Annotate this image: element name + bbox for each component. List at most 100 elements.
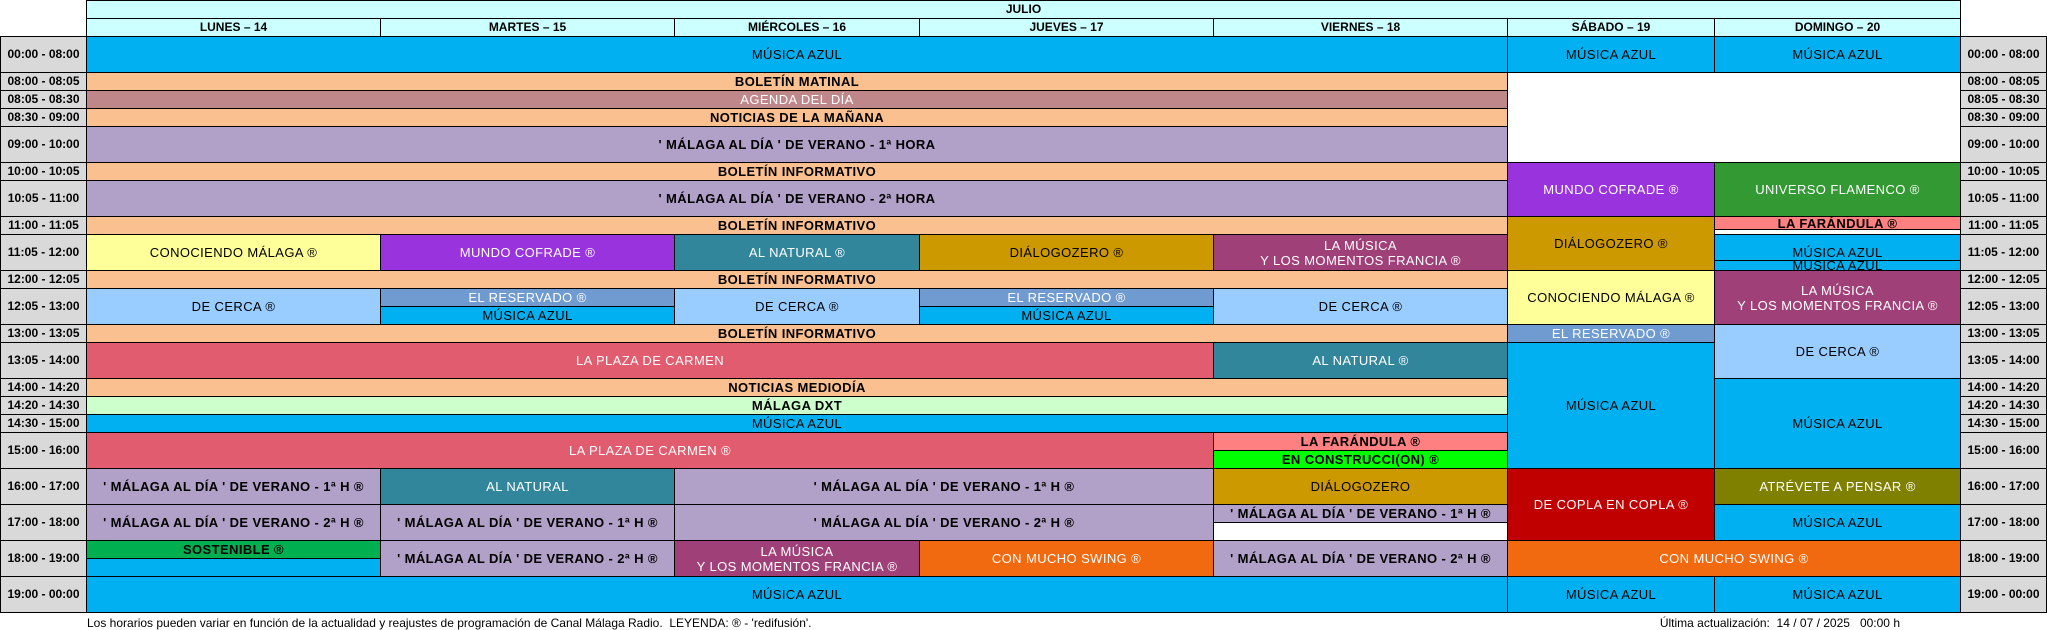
time-label-left: 10:05 - 11:00 xyxy=(0,180,87,217)
time-label-left: 08:30 - 09:00 xyxy=(0,108,87,127)
time-label-right: 14:00 - 14:20 xyxy=(1960,378,2047,397)
program-slot: SOSTENIBLE ® xyxy=(86,540,381,559)
time-label-right: 14:30 - 15:00 xyxy=(1960,414,2047,433)
time-label-left: 14:20 - 14:30 xyxy=(0,396,87,415)
program-slot: EL RESERVADO ® xyxy=(1507,324,1715,343)
time-label-right: 00:00 - 08:00 xyxy=(1960,36,2047,73)
program-slot: CON MUCHO SWING ® xyxy=(1507,540,1961,577)
program-slot: LA PLAZA DE CARMEN ® xyxy=(86,432,1214,469)
program-slot: AL NATURAL ® xyxy=(1213,342,1508,379)
program-slot: BOLETÍN INFORMATIVO xyxy=(86,216,1508,235)
time-label-right: 08:00 - 08:05 xyxy=(1960,72,2047,91)
program-slot: ' MÁLAGA AL DÍA ' DE VERANO - 1ª H ® xyxy=(86,468,381,505)
program-slot: DE CERCA ® xyxy=(1714,324,1961,379)
day-header: SÁBADO – 19 xyxy=(1507,18,1715,37)
program-slot: CONOCIENDO MÁLAGA ® xyxy=(86,234,381,271)
time-label-left: 11:05 - 12:00 xyxy=(0,234,87,271)
program-slot: MÚSICA AZUL xyxy=(1714,504,1961,541)
time-label-right: 12:05 - 13:00 xyxy=(1960,288,2047,325)
time-label-right: 15:00 - 16:00 xyxy=(1960,432,2047,469)
program-slot: EL RESERVADO ® xyxy=(380,288,675,307)
time-label-left: 14:00 - 14:20 xyxy=(0,378,87,397)
program-slot: MÚSICA AZUL xyxy=(1714,36,1961,73)
time-label-right: 17:00 - 18:00 xyxy=(1960,504,2047,541)
program-slot: ' MÁLAGA AL DÍA ' DE VERANO - 1ª H ® xyxy=(380,504,675,541)
time-label-right: 18:00 - 19:00 xyxy=(1960,540,2047,577)
day-header: DOMINGO – 20 xyxy=(1714,18,1961,37)
time-label-left: 13:05 - 14:00 xyxy=(0,342,87,379)
time-label-left: 16:00 - 17:00 xyxy=(0,468,87,505)
time-label-right: 10:00 - 10:05 xyxy=(1960,162,2047,181)
program-slot: EN CONSTRUCCI(ON) ® xyxy=(1213,450,1508,469)
program-slot: CONOCIENDO MÁLAGA ® xyxy=(1507,270,1715,325)
time-label-left: 08:05 - 08:30 xyxy=(0,90,87,109)
program-slot: BOLETÍN INFORMATIVO xyxy=(86,162,1508,181)
program-slot: LA MÚSICA Y LOS MOMENTOS FRANCIA ® xyxy=(1213,234,1508,271)
program-slot: MÚSICA AZUL xyxy=(1714,260,1961,271)
time-label-right: 12:00 - 12:05 xyxy=(1960,270,2047,289)
time-label-right: 08:05 - 08:30 xyxy=(1960,90,2047,109)
program-slot: LA FARÁNDULA ® xyxy=(1213,432,1508,451)
program-slot: AL NATURAL ® xyxy=(674,234,920,271)
program-slot: MÚSICA AZUL xyxy=(86,576,1508,613)
program-slot xyxy=(86,558,381,577)
program-slot: BOLETÍN INFORMATIVO xyxy=(86,270,1508,289)
time-label-left: 19:00 - 00:00 xyxy=(0,576,87,613)
program-slot: ATRÉVETE A PENSAR ® xyxy=(1714,468,1961,505)
program-slot: MÚSICA AZUL xyxy=(380,306,675,325)
program-slot: UNIVERSO FLAMENCO ® xyxy=(1714,162,1961,217)
program-slot: LA MÚSICA Y LOS MOMENTOS FRANCIA ® xyxy=(674,540,920,577)
program-slot: ' MÁLAGA AL DÍA ' DE VERANO - 2ª H ® xyxy=(1213,540,1508,577)
time-label-left: 14:30 - 15:00 xyxy=(0,414,87,433)
program-slot: MÁLAGA DXT xyxy=(86,396,1508,415)
program-slot: DIÁLOGOZERO ® xyxy=(919,234,1214,271)
time-label-right: 10:05 - 11:00 xyxy=(1960,180,2047,217)
time-label-left: 13:00 - 13:05 xyxy=(0,324,87,343)
program-slot: ' MÁLAGA AL DÍA ' DE VERANO - 2ª H ® xyxy=(86,504,381,541)
time-label-right: 19:00 - 00:00 xyxy=(1960,576,2047,613)
time-label-left: 15:00 - 16:00 xyxy=(0,432,87,469)
program-slot: MÚSICA AZUL xyxy=(1714,576,1961,613)
program-slot: AL NATURAL xyxy=(380,468,675,505)
day-header: MIÉRCOLES – 16 xyxy=(674,18,920,37)
time-label-left: 12:05 - 13:00 xyxy=(0,288,87,325)
program-slot: BOLETÍN INFORMATIVO xyxy=(86,324,1508,343)
program-slot: MÚSICA AZUL xyxy=(1507,342,1715,469)
time-label-left: 11:00 - 11:05 xyxy=(0,216,87,235)
day-header: LUNES – 14 xyxy=(86,18,381,37)
program-slot: MÚSICA AZUL xyxy=(1507,36,1715,73)
program-slot: MUNDO COFRADE ® xyxy=(380,234,675,271)
footer-updated: Última actualización: 14 / 07 / 2025 00:… xyxy=(1659,616,1900,630)
program-slot: AGENDA DEL DÍA xyxy=(86,90,1508,109)
program-slot: BOLETÍN MATINAL xyxy=(86,72,1508,91)
day-header: MARTES – 15 xyxy=(380,18,675,37)
program-slot: MÚSICA AZUL xyxy=(919,306,1214,325)
time-label-right: 09:00 - 10:00 xyxy=(1960,126,2047,163)
program-slot: NOTICIAS MEDIODÍA xyxy=(86,378,1508,397)
time-label-left: 08:00 - 08:05 xyxy=(0,72,87,91)
program-slot: NOTICIAS DE LA MAÑANA xyxy=(86,108,1508,127)
program-slot: MÚSICA AZUL xyxy=(86,414,1508,433)
time-label-left: 12:00 - 12:05 xyxy=(0,270,87,289)
program-slot: DE CERCA ® xyxy=(86,288,381,325)
time-label-left: 09:00 - 10:00 xyxy=(0,126,87,163)
program-slot: MÚSICA AZUL xyxy=(1507,576,1715,613)
program-slot: LA PLAZA DE CARMEN xyxy=(86,342,1214,379)
program-slot: ' MÁLAGA AL DÍA ' DE VERANO - 1ª H ® xyxy=(1213,504,1508,523)
time-label-right: 11:00 - 11:05 xyxy=(1960,216,2047,235)
time-label-right: 08:30 - 09:00 xyxy=(1960,108,2047,127)
program-slot: ' MÁLAGA AL DÍA ' DE VERANO - 1ª HORA xyxy=(86,126,1508,163)
program-slot: LA MÚSICA Y LOS MOMENTOS FRANCIA ® xyxy=(1714,270,1961,325)
time-label-right: 13:00 - 13:05 xyxy=(1960,324,2047,343)
time-label-right: 11:05 - 12:00 xyxy=(1960,234,2047,271)
program-slot: DIÁLOGOZERO xyxy=(1213,468,1508,505)
program-slot: DIÁLOGOZERO ® xyxy=(1507,216,1715,271)
time-label-left: 10:00 - 10:05 xyxy=(0,162,87,181)
time-label-right: 14:20 - 14:30 xyxy=(1960,396,2047,415)
program-slot: CON MUCHO SWING ® xyxy=(919,540,1214,577)
footer-note: Los horarios pueden variar en función de… xyxy=(87,616,812,630)
program-slot: ' MÁLAGA AL DÍA ' DE VERANO - 2ª H ® xyxy=(674,504,1214,541)
program-slot: MÚSICA AZUL xyxy=(86,36,1508,73)
month-header: JULIO xyxy=(86,0,1961,19)
time-label-left: 00:00 - 08:00 xyxy=(0,36,87,73)
